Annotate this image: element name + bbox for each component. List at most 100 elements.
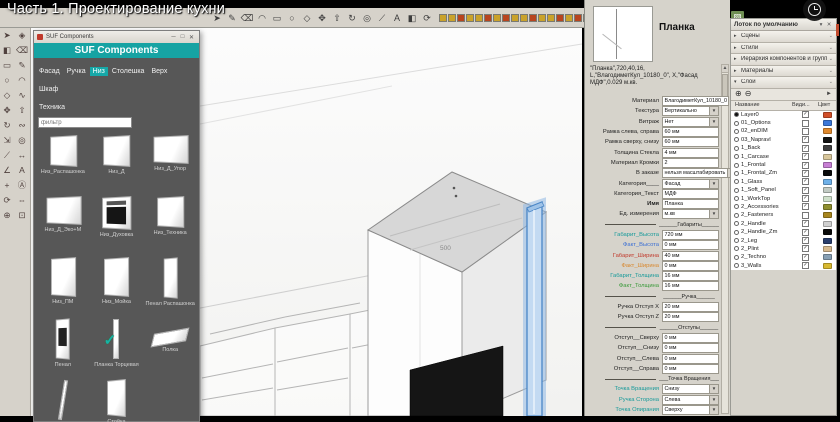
swatch-12[interactable] <box>547 14 555 22</box>
component-card[interactable]: Пенал Распашонка <box>143 254 197 315</box>
polygon-icon[interactable]: ◇ <box>300 11 314 25</box>
layer-active-radio[interactable] <box>734 221 739 226</box>
option-select-value[interactable]: Нет <box>662 117 710 127</box>
rectangle-tool[interactable]: ▭ <box>0 58 14 72</box>
option-input[interactable]: 0 мм <box>662 364 719 374</box>
option-input[interactable]: 2 <box>662 158 719 168</box>
option-input[interactable]: ВлагодиметКул_10180_0 <box>662 96 729 106</box>
maximize-button[interactable]: □ <box>178 34 187 40</box>
layer-row[interactable]: 2_Accessories✓ <box>731 203 836 211</box>
layer-visible-checkbox[interactable]: ✓ <box>802 178 809 185</box>
offset-tool[interactable]: ◎ <box>15 133 29 147</box>
option-input[interactable]: 720 мм <box>662 230 719 240</box>
circle-icon[interactable]: ○ <box>285 11 299 25</box>
option-input[interactable]: 20 мм <box>662 312 719 322</box>
layer-color-swatch[interactable] <box>823 212 832 218</box>
3d-text-tool[interactable]: Ⓐ <box>15 178 29 192</box>
layer-visible-checkbox[interactable] <box>802 128 809 135</box>
layer-row[interactable]: 1_Soft_Panel✓ <box>731 186 836 194</box>
push-pull-tool[interactable]: ⇧ <box>15 103 29 117</box>
dropdown-arrow-icon[interactable]: ▼ <box>710 179 719 189</box>
layer-row[interactable]: 1_Back✓ <box>731 144 836 152</box>
layer-visible-checkbox[interactable]: ✓ <box>802 162 809 169</box>
eraser-tool[interactable]: ⌫ <box>15 43 29 57</box>
rotate-icon[interactable]: ↻ <box>345 11 359 25</box>
layer-row[interactable]: 02_enDIM <box>731 127 836 135</box>
option-input[interactable]: 16 мм <box>662 281 719 291</box>
layer-color-swatch[interactable] <box>823 162 832 168</box>
layer-color-swatch[interactable] <box>823 120 832 126</box>
rotate-tool[interactable]: ↻ <box>0 118 14 132</box>
swatch-6[interactable] <box>493 14 501 22</box>
swatch-15[interactable] <box>574 14 582 22</box>
orbit-icon[interactable]: ⟳ <box>420 11 434 25</box>
layer-active-radio[interactable] <box>734 179 739 184</box>
option-input[interactable]: 40 мм <box>662 251 719 261</box>
layer-active-radio[interactable] <box>734 255 739 260</box>
option-input[interactable]: 60 мм <box>662 137 719 147</box>
layer-color-swatch[interactable] <box>823 221 832 227</box>
layer-active-radio[interactable] <box>734 238 739 243</box>
component-card[interactable]: Низ_Д_Упор <box>143 132 197 193</box>
option-select-value[interactable]: Снизу <box>662 384 710 394</box>
layer-active-radio[interactable] <box>734 263 739 268</box>
layer-visible-checkbox[interactable]: ✓ <box>802 220 809 227</box>
text-tool[interactable]: A <box>15 163 29 177</box>
option-input[interactable]: 0 мм <box>662 261 719 271</box>
tape-measure-icon[interactable]: ⟋ <box>375 11 389 25</box>
layer-row[interactable]: 01_Options <box>731 119 836 127</box>
component-card[interactable]: Низ_Духовка <box>90 193 144 254</box>
layer-color-swatch[interactable] <box>823 238 832 244</box>
tape-measure-tool[interactable]: ⟋ <box>0 148 14 162</box>
text-icon[interactable]: A <box>390 11 404 25</box>
tray-section-Иерархия компонентов и групп[interactable]: ▸Иерархия компонентов и групп⌄ <box>731 54 836 66</box>
swatch-7[interactable] <box>502 14 510 22</box>
add-layer-button[interactable]: ⊕ <box>735 89 742 99</box>
layer-row[interactable]: 2_Handle_Zm✓ <box>731 228 836 236</box>
option-select-value[interactable]: нельзя масштабировать <box>662 168 728 178</box>
swatch-2[interactable] <box>457 14 465 22</box>
layer-row[interactable]: 1_WorkTop✓ <box>731 194 836 202</box>
layer-color-swatch[interactable] <box>823 196 832 202</box>
layer-color-swatch[interactable] <box>823 263 832 269</box>
select-tool[interactable]: ➤ <box>0 28 14 42</box>
move-tool[interactable]: ✥ <box>0 103 14 117</box>
layer-color-swatch[interactable] <box>823 170 832 176</box>
tab-Ручка[interactable]: Ручка <box>64 67 89 76</box>
layer-active-radio[interactable] <box>734 154 739 159</box>
layer-active-radio[interactable] <box>734 246 739 251</box>
component-card[interactable]: ✓Планка Торцевая <box>90 315 144 376</box>
layer-active-radio[interactable] <box>734 146 739 151</box>
layer-row[interactable]: 2_Handle✓ <box>731 220 836 228</box>
make-component-tool[interactable]: ◈ <box>15 28 29 42</box>
layer-row[interactable]: 1_Glass✓ <box>731 178 836 186</box>
layer-visible-checkbox[interactable] <box>802 212 809 219</box>
tray-section-Сцены[interactable]: ▸Сцены⌄ <box>731 31 836 43</box>
layer-row[interactable]: 1_Frontal✓ <box>731 161 836 169</box>
paint-icon[interactable]: ◧ <box>405 11 419 25</box>
component-card[interactable]: Полка <box>143 315 197 376</box>
layer-color-swatch[interactable] <box>823 229 832 235</box>
swatch-9[interactable] <box>520 14 528 22</box>
option-input[interactable]: 0 мм <box>662 354 719 364</box>
follow-me-tool[interactable]: ∾ <box>15 118 29 132</box>
layer-row[interactable]: 2_Fasteners <box>731 211 836 219</box>
tray-section-Слои[interactable]: ▾Слои⌄ <box>731 77 836 89</box>
component-card[interactable]: Низ_Мойка <box>90 254 144 315</box>
layer-color-swatch[interactable] <box>823 187 832 193</box>
polygon-tool[interactable]: ◇ <box>0 88 14 102</box>
push-pull-icon[interactable]: ⇧ <box>330 11 344 25</box>
component-card[interactable]: Низ_Д <box>90 132 144 193</box>
layer-row[interactable]: 2_Plint✓ <box>731 245 836 253</box>
component-card[interactable]: Низ_Д_Эко+М <box>36 193 90 254</box>
layer-active-radio[interactable] <box>734 163 739 168</box>
eraser-icon[interactable]: ⌫ <box>240 11 254 25</box>
layer-color-swatch[interactable] <box>823 246 832 252</box>
layer-active-radio[interactable] <box>734 171 739 176</box>
tab-Низ[interactable]: Низ <box>90 67 108 76</box>
line-icon[interactable]: ✎ <box>225 11 239 25</box>
axes-tool[interactable]: + <box>0 178 14 192</box>
option-select-value[interactable]: Вертикально <box>662 106 710 116</box>
tab-Техника[interactable]: Техника <box>36 103 68 112</box>
layer-visible-checkbox[interactable]: ✓ <box>802 195 809 202</box>
